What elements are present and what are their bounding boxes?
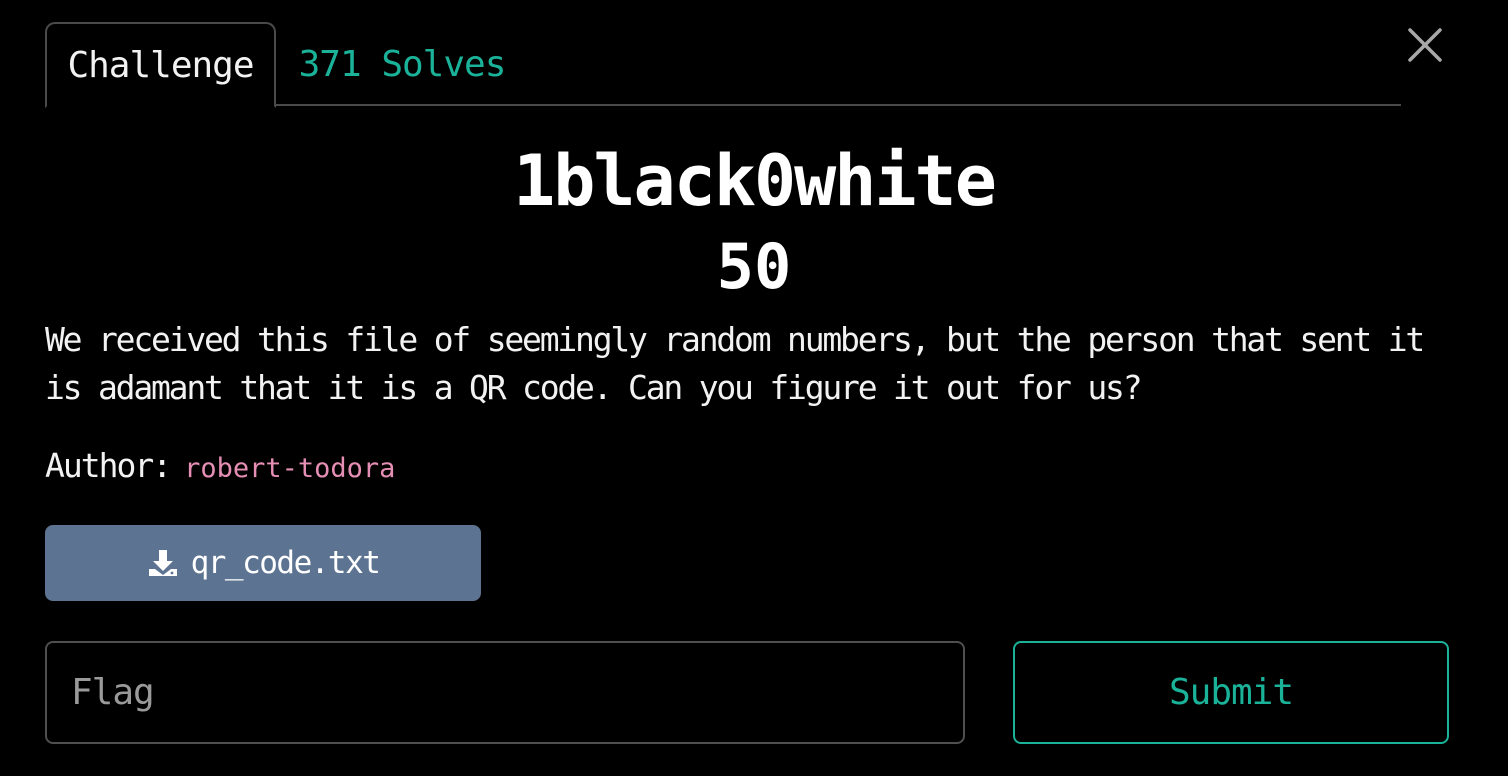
author-line: Author: robert-todora [45, 446, 395, 485]
submit-button[interactable]: Submit [1013, 641, 1449, 744]
challenge-description: We received this file of seemingly rando… [45, 320, 1425, 407]
close-icon [1408, 28, 1442, 62]
author-label: Author: [45, 446, 172, 485]
download-file-label: qr_code.txt [190, 545, 381, 581]
challenge-value: 50 [716, 230, 792, 303]
tab-solves[interactable]: 371 Solves [277, 22, 527, 106]
download-file-button[interactable]: qr_code.txt [45, 525, 481, 601]
close-button[interactable] [1400, 20, 1450, 70]
flag-input[interactable] [45, 641, 965, 744]
author-name: robert-todora [184, 453, 396, 484]
tab-challenge[interactable]: Challenge [45, 22, 276, 108]
challenge-tabs: Challenge 371 Solves [45, 22, 1401, 108]
challenge-name: 1black0white [513, 140, 997, 222]
download-icon [147, 547, 179, 579]
